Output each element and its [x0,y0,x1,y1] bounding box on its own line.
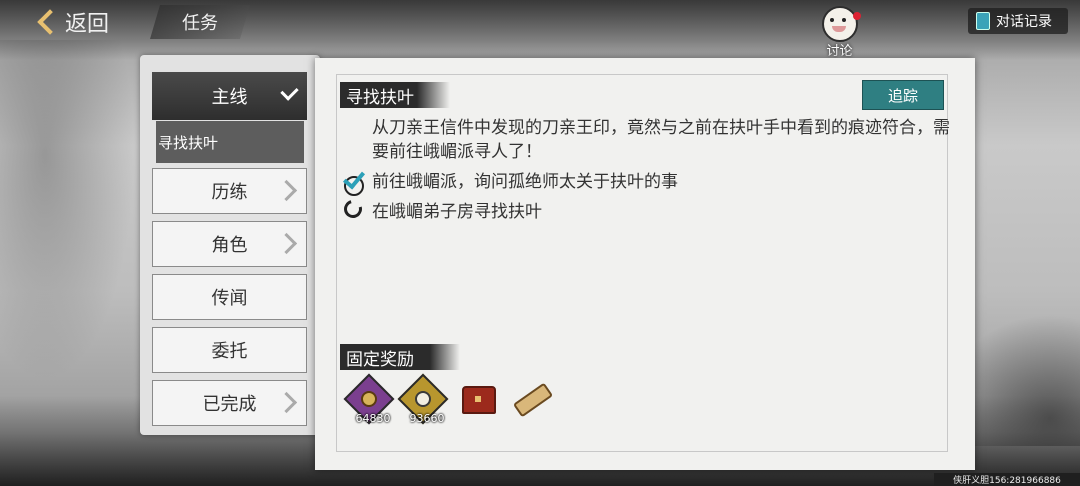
reward-coin[interactable]: 64830 [343,373,395,425]
reward-count: 93660 [409,412,445,425]
tab-training[interactable]: 历练 [152,168,307,214]
tab-label: 历练 [211,182,248,203]
tab-label: 传闻 [211,288,248,309]
reward-chest[interactable] [452,374,502,424]
quest-task-done: 前往峨嵋派，询问孤绝师太关于扶叶的事 [342,166,678,196]
quest-task-in-progress: 在峨嵋弟子房寻找扶叶 [340,196,542,222]
reward-silver[interactable]: 93660 [397,373,449,425]
chevron-right-icon [275,179,298,202]
treasure-chest-icon [462,386,496,414]
tab-character[interactable]: 角色 [152,221,307,267]
dialogue-history-label: 对话记录 [996,14,1052,30]
discuss-button[interactable]: 讨论 [812,6,867,59]
tab-completed[interactable]: 已完成 [152,380,307,426]
scroll-icon [512,382,554,418]
track-button[interactable]: 追踪 [862,80,944,110]
reward-count: 64830 [355,412,391,425]
check-icon [342,168,364,196]
tab-label: 角色 [211,235,248,256]
quest-description: 从刀亲王信件中发现的刀亲王印，竟然与之前在扶叶手中看到的痕迹符合，需要前往峨嵋派… [372,118,950,162]
tab-commission[interactable]: 委托 [152,327,307,373]
chevron-right-icon [275,232,298,255]
back-chevron-icon [37,9,63,35]
player-id-footer: 侠肝义胆156:281966886 [934,473,1080,486]
dialogue-history-button[interactable]: 对话记录 [968,8,1068,34]
silver-core [415,391,431,407]
loading-ring-icon [340,196,366,222]
notification-dot [853,12,861,20]
tab-label: 委托 [211,341,248,362]
quest-title: 寻找扶叶 [340,82,450,108]
back-label: 返回 [65,12,110,37]
bamboo-decoration [0,40,150,420]
reward-scroll[interactable] [506,374,556,424]
quest-list-item[interactable]: 寻找扶叶 [156,121,304,163]
chevron-down-icon [280,82,299,101]
book-icon [976,12,990,30]
task-text: 在峨嵋弟子房寻找扶叶 [372,201,542,222]
task-text: 前往峨嵋派，询问孤绝师太关于扶叶的事 [372,171,678,192]
tab-main-quest-label: 主线 [211,87,248,108]
tab-main-quest[interactable]: 主线 [152,72,307,120]
chevron-right-icon [275,391,298,414]
dog-avatar-icon [822,6,858,42]
page-title: 任务 [150,5,250,39]
rewards-title: 固定奖励 [340,344,460,370]
tab-label: 已完成 [202,394,257,415]
tab-rumors[interactable]: 传闻 [152,274,307,320]
discuss-label: 讨论 [826,44,853,59]
back-button[interactable]: 返回 [35,5,135,39]
coin-core [361,391,377,407]
